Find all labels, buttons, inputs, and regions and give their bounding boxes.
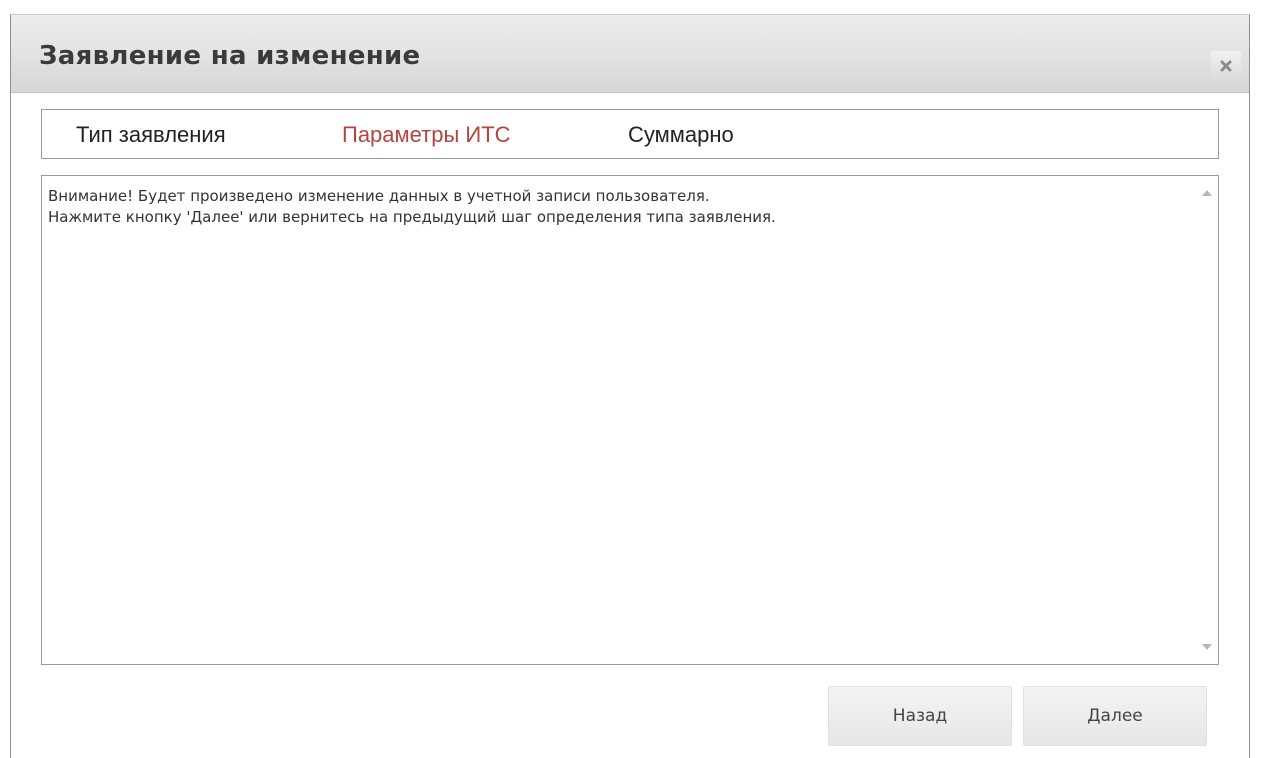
close-icon	[1219, 59, 1233, 73]
scroll-up-arrow-icon[interactable]	[1202, 190, 1212, 196]
scroll-down-arrow-icon[interactable]	[1202, 644, 1212, 650]
dialog-window: Заявление на изменение Тип заявления Пар…	[10, 14, 1250, 758]
dialog-titlebar: Заявление на изменение	[11, 15, 1249, 93]
tab-its-parameters[interactable]: Параметры ИТС	[342, 122, 511, 148]
back-button[interactable]: Назад	[828, 686, 1012, 746]
tab-summary[interactable]: Суммарно	[628, 122, 734, 148]
message-line-2: Нажмите кнопку 'Далее' или вернитесь на …	[48, 208, 776, 226]
message-line-1: Внимание! Будет произведено изменение да…	[48, 187, 710, 205]
tab-application-type[interactable]: Тип заявления	[76, 122, 226, 148]
wizard-steps: Тип заявления Параметры ИТС Суммарно	[41, 109, 1219, 159]
message-textarea[interactable]: Внимание! Будет произведено изменение да…	[41, 175, 1219, 665]
message-text: Внимание! Будет произведено изменение да…	[48, 186, 776, 228]
dialog-title: Заявление на изменение	[39, 41, 421, 71]
close-button[interactable]	[1211, 51, 1241, 81]
vertical-scrollbar[interactable]	[1196, 176, 1218, 664]
next-button[interactable]: Далее	[1023, 686, 1207, 746]
